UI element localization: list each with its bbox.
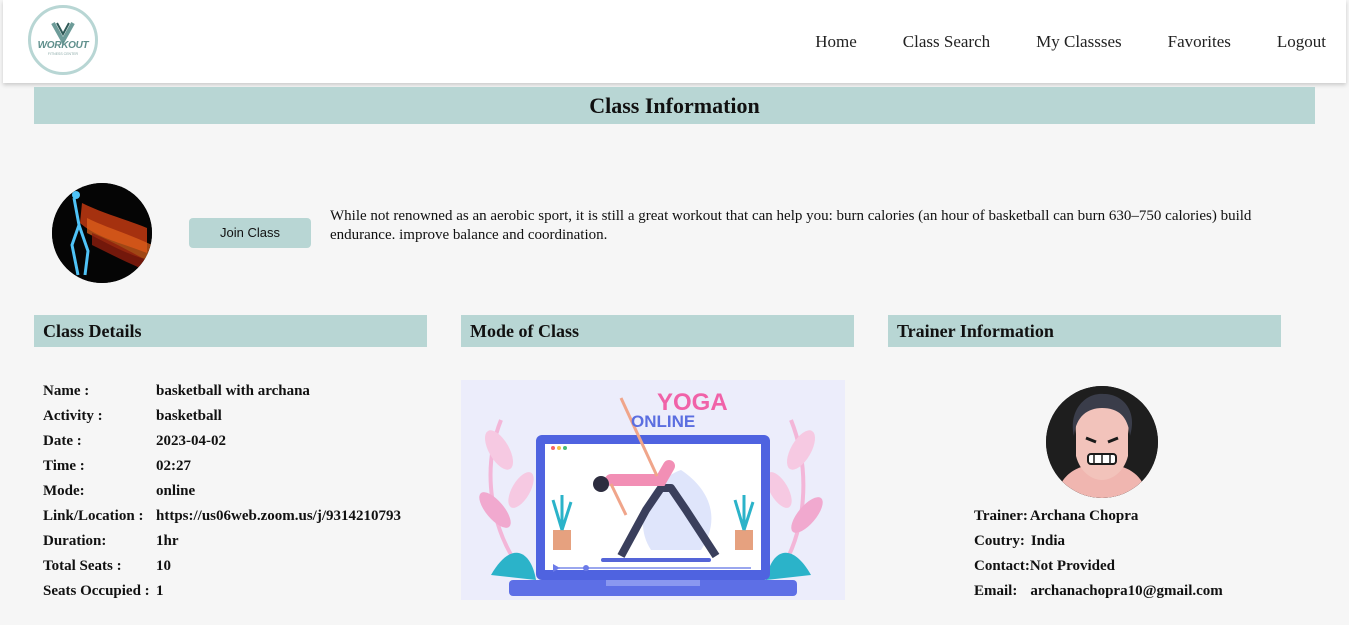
page-title: Class Information xyxy=(34,87,1315,124)
detail-value: https://us06web.zoom.us/j/9314210793 xyxy=(156,508,402,524)
nav-home[interactable]: Home xyxy=(815,32,857,52)
trainer-value: Not Provided xyxy=(1029,558,1115,574)
detail-row-link: Link/Location : https://us06web.zoom.us/j… xyxy=(43,504,401,529)
detail-label: Time : xyxy=(43,458,85,474)
detail-row-total-seats: Total Seats : 10 xyxy=(43,554,401,579)
nav-menu: Home Class Search My Classses Favorites … xyxy=(815,32,1326,52)
detail-row-mode: Mode: online xyxy=(43,479,401,504)
trainer-value: India xyxy=(1030,533,1066,549)
navbar: WORKOUT FITNESS CENTER Home Class Search… xyxy=(3,0,1346,83)
logo-subtext: FITNESS CENTER xyxy=(47,52,79,56)
detail-row-date: Date : 2023-04-02 xyxy=(43,429,401,454)
logo-text: WORKOUT xyxy=(37,40,89,51)
nav-my-classes[interactable]: My Classses xyxy=(1036,32,1121,52)
detail-value: basketball xyxy=(156,408,222,424)
detail-value: 1 xyxy=(156,583,164,599)
detail-label: Name : xyxy=(43,383,90,399)
detail-value: basketball with archana xyxy=(156,383,310,399)
detail-value: 02:27 xyxy=(156,458,191,474)
trainer-row-name: Trainer: Archana Chopra xyxy=(974,504,1223,529)
trainer-row-country: Coutry: India xyxy=(974,529,1223,554)
workout-logo[interactable]: WORKOUT FITNESS CENTER xyxy=(28,5,98,75)
detail-label: Link/Location : xyxy=(43,508,144,524)
trainer-value: Archana Chopra xyxy=(1029,508,1139,524)
trainer-information-heading: Trainer Information xyxy=(888,315,1281,347)
yoga-subtitle-text: ONLINE xyxy=(631,412,695,431)
nav-logout[interactable]: Logout xyxy=(1277,32,1326,52)
yoga-online-image: YOGA ONLINE xyxy=(461,380,845,600)
detail-value: 10 xyxy=(156,558,171,574)
detail-value: online xyxy=(156,483,196,499)
detail-row-activity: Activity : basketball xyxy=(43,404,401,429)
detail-row-seats-occupied: Seats Occupied : 1 xyxy=(43,579,401,604)
trainer-label: Email: xyxy=(974,583,1018,599)
detail-row-name: Name : basketball with archana xyxy=(43,379,401,404)
nav-favorites[interactable]: Favorites xyxy=(1168,32,1231,52)
trainer-row-email: Email: archanachopra10@gmail.com xyxy=(974,579,1223,604)
detail-label: Date : xyxy=(43,433,82,449)
trainer-value: archanachopra10@gmail.com xyxy=(1030,583,1223,599)
detail-label: Activity : xyxy=(43,408,103,424)
class-description: While not renowned as an aerobic sport, … xyxy=(330,208,1252,243)
trainer-label: Trainer: xyxy=(974,508,1028,524)
class-image xyxy=(52,183,152,283)
trainer-label: Coutry: xyxy=(974,533,1025,549)
class-details-list: Name : basketball with archana Activity :… xyxy=(43,379,401,604)
detail-label: Duration: xyxy=(43,533,107,549)
detail-value: 2023-04-02 xyxy=(156,433,226,449)
trainer-info-list: Trainer: Archana Chopra Coutry: India Cont… xyxy=(974,504,1223,604)
detail-row-duration: Duration: 1hr xyxy=(43,529,401,554)
trainer-row-contact: Contact: Not Provided xyxy=(974,554,1223,579)
detail-label: Mode: xyxy=(43,483,85,499)
detail-value: 1hr xyxy=(156,533,179,549)
nav-class-search[interactable]: Class Search xyxy=(903,32,990,52)
join-class-button[interactable]: Join Class xyxy=(189,218,311,248)
detail-row-time: Time : 02:27 xyxy=(43,454,401,479)
detail-label: Total Seats : xyxy=(43,558,122,574)
trainer-avatar xyxy=(1046,386,1158,498)
trainer-label: Contact: xyxy=(974,558,1030,574)
class-details-heading: Class Details xyxy=(34,315,427,347)
mode-of-class-heading: Mode of Class xyxy=(461,315,854,347)
detail-label: Seats Occupied : xyxy=(43,583,150,599)
